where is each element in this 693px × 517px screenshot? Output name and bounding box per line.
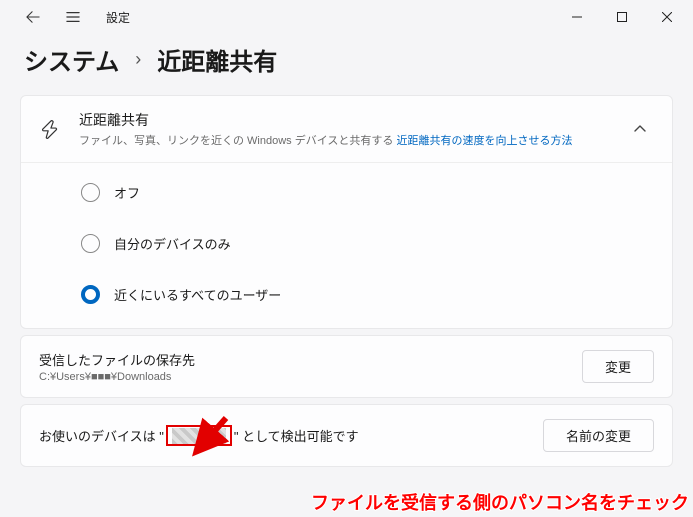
app-title: 設定 xyxy=(106,9,130,26)
nearby-share-card: 近距離共有 ファイル、写真、リンクを近くの Windows デバイスと共有する … xyxy=(20,95,673,329)
share-icon xyxy=(39,118,61,140)
device-name-text: お使いのデバイスは "" として検出可能です xyxy=(39,425,543,446)
option-my-devices-label: 自分のデバイスのみ xyxy=(114,234,231,253)
change-location-button[interactable]: 変更 xyxy=(582,350,654,383)
chevron-right-icon: › xyxy=(135,49,141,70)
device-name-card: お使いのデバイスは "" として検出可能です 名前の変更 xyxy=(20,404,673,467)
option-off[interactable]: オフ xyxy=(21,167,672,218)
save-location-title: 受信したファイルの保存先 xyxy=(39,350,582,369)
minimize-icon xyxy=(572,12,582,22)
close-button[interactable] xyxy=(644,1,689,33)
redacted-name xyxy=(172,428,226,444)
menu-button[interactable] xyxy=(62,6,84,28)
back-button[interactable] xyxy=(22,6,44,28)
collapse-button[interactable] xyxy=(626,115,654,143)
speed-tips-link[interactable]: 近距離共有の速度を向上させる方法 xyxy=(396,135,572,147)
chevron-up-icon xyxy=(634,123,646,135)
save-location-card: 受信したファイルの保存先 C:¥Users¥■■■¥Downloads 変更 xyxy=(20,335,673,398)
option-my-devices[interactable]: 自分のデバイスのみ xyxy=(21,218,672,269)
breadcrumb-current: 近距離共有 xyxy=(157,42,277,77)
close-icon xyxy=(662,12,672,22)
breadcrumb-parent[interactable]: システム xyxy=(24,42,119,77)
hamburger-icon xyxy=(66,10,80,24)
option-everyone-label: 近くにいるすべてのユーザー xyxy=(114,285,281,304)
save-location-path: C:¥Users¥■■■¥Downloads xyxy=(39,371,582,383)
radio-icon xyxy=(81,183,100,202)
back-arrow-icon xyxy=(26,10,40,24)
nearby-share-desc: ファイル、写真、リンクを近くの Windows デバイスと共有する 近距離共有の… xyxy=(79,132,608,148)
annotation-text: ファイルを受信する側のパソコン名をチェック xyxy=(311,489,689,515)
breadcrumb: システム › 近距離共有 xyxy=(0,34,693,95)
nearby-share-title: 近距離共有 xyxy=(79,110,608,130)
rename-button[interactable]: 名前の変更 xyxy=(543,419,654,452)
nearby-share-header[interactable]: 近距離共有 ファイル、写真、リンクを近くの Windows デバイスと共有する … xyxy=(21,96,672,162)
minimize-button[interactable] xyxy=(554,1,599,33)
share-options: オフ 自分のデバイスのみ 近くにいるすべてのユーザー xyxy=(21,162,672,328)
option-everyone[interactable]: 近くにいるすべてのユーザー xyxy=(21,269,672,320)
radio-selected-icon xyxy=(81,285,100,304)
radio-icon xyxy=(81,234,100,253)
maximize-icon xyxy=(617,12,627,22)
device-name-highlight xyxy=(166,425,232,446)
option-off-label: オフ xyxy=(114,183,140,202)
maximize-button[interactable] xyxy=(599,1,644,33)
